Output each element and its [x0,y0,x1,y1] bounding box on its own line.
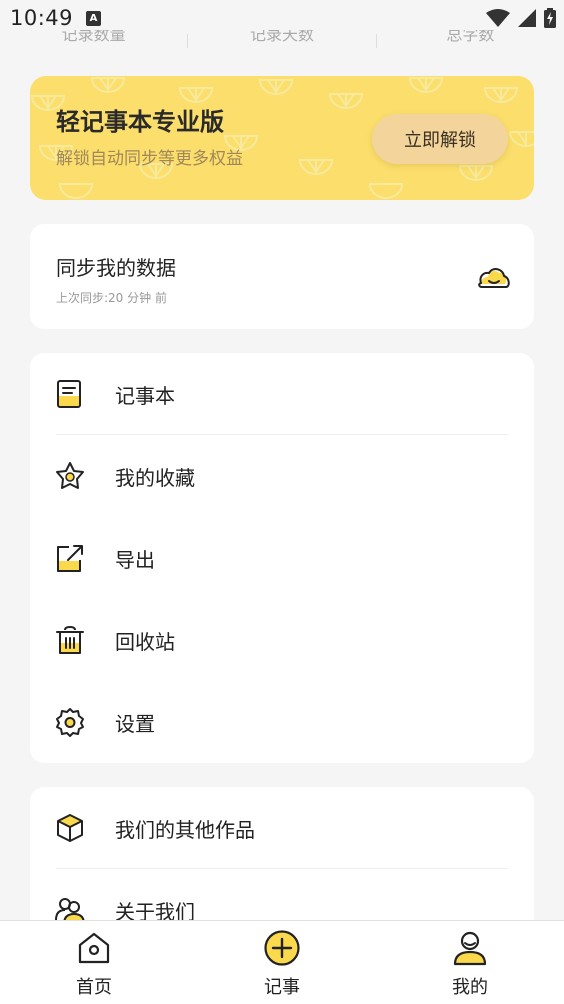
menu-item-label: 设置 [115,712,155,736]
wifi-icon [486,9,510,27]
menu-item-label: 我们的其他作品 [115,818,255,842]
menu-item-settings[interactable]: 设置 [30,681,534,763]
screen: 记录数量 记录天数 总字数 10:49 A 轻记事本专业版 解锁自动同步等更多权… [0,0,564,1004]
last-sync-time: 上次同步:20 分钟 前 [56,291,167,305]
nav-label: 首页 [76,977,112,998]
menu-item-export[interactable]: 导出 [30,517,534,599]
menu-item-label: 导出 [115,548,155,572]
cloud-icon[interactable] [478,264,510,290]
unlock-button[interactable]: 立即解锁 [372,114,508,164]
pro-subtitle: 解锁自动同步等更多权益 [56,149,243,169]
status-time: 10:49 [10,6,74,30]
status-bar: 10:49 A [0,0,564,36]
menu-item-favorites[interactable]: 我的收藏 [30,435,534,517]
sync-card[interactable]: 同步我的数据 上次同步:20 分钟 前 [30,224,534,329]
menu-card: 记事本 我的收藏 导出 回收站 设置 [30,353,534,763]
signal-icon [518,9,536,27]
menu-item-recycle-bin[interactable]: 回收站 [30,599,534,681]
sync-title: 同步我的数据 [56,256,176,280]
gear-icon [56,708,84,737]
notebook-icon [57,380,81,408]
home-icon [78,932,110,964]
trash-icon [56,625,84,654]
menu-item-other-products[interactable]: 我们的其他作品 [30,787,534,869]
status-icons [486,8,556,28]
notification-icon: A [86,11,101,26]
box-icon [57,814,83,842]
nav-label: 我的 [452,977,488,998]
pro-banner[interactable]: 轻记事本专业版 解锁自动同步等更多权益 立即解锁 [30,76,534,200]
menu-item-label: 记事本 [115,384,175,408]
export-icon [57,545,83,572]
add-circle-icon [264,930,300,966]
menu-item-notebook[interactable]: 记事本 [30,353,534,435]
menu-item-label: 我的收藏 [115,466,195,490]
battery-icon [544,8,556,28]
nav-notes[interactable]: 记事 [222,921,342,1004]
menu-item-label: 回收站 [115,630,175,654]
pro-title: 轻记事本专业版 [56,108,224,136]
bottom-nav: 首页 记事 我的 [0,920,564,1004]
nav-mine[interactable]: 我的 [410,921,530,1004]
profile-icon [453,931,487,966]
nav-label: 记事 [264,977,300,998]
nav-home[interactable]: 首页 [34,921,154,1004]
star-icon [56,462,84,489]
